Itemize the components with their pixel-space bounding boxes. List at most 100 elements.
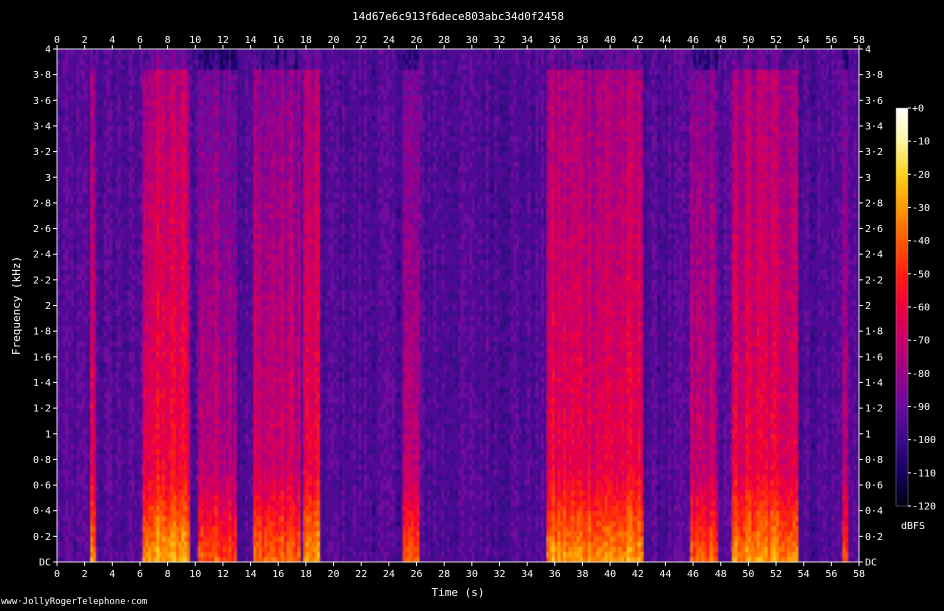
heatmap-cell (59, 372, 63, 378)
heatmap-cell (225, 315, 229, 322)
heatmap-cell (73, 269, 77, 276)
heatmap-cell (126, 243, 130, 250)
heatmap-cell (104, 238, 108, 245)
heatmap-cell (145, 161, 149, 168)
heatmap-cell (84, 464, 88, 470)
heatmap-cell (62, 510, 66, 517)
heatmap-cell (106, 526, 110, 532)
heatmap-cell (153, 418, 157, 424)
heatmap-cell (245, 346, 249, 352)
heatmap-cell (198, 269, 202, 276)
heatmap-cell (245, 402, 249, 409)
heatmap-cell (233, 346, 238, 352)
heatmap-cell (84, 115, 88, 122)
heatmap-cell (203, 320, 207, 327)
heatmap-cell (65, 433, 69, 440)
heatmap-cell (159, 151, 163, 158)
heatmap-cell (148, 413, 152, 419)
heatmap-cell (153, 551, 157, 558)
heatmap-cell (151, 469, 155, 476)
heatmap-cell (148, 100, 152, 106)
heatmap-cell (206, 331, 210, 337)
heatmap-cell (120, 500, 124, 506)
heatmap-cell (120, 526, 124, 532)
heatmap-cell (206, 95, 210, 101)
heatmap-cell (233, 141, 238, 147)
heatmap-cell (90, 326, 94, 332)
heatmap-cell (167, 546, 171, 553)
heatmap-cell (117, 444, 121, 450)
heatmap-cell (65, 397, 69, 404)
heatmap-cell (59, 120, 63, 127)
heatmap-cell (247, 295, 251, 301)
heatmap-cell (225, 428, 229, 435)
heatmap-cell (181, 367, 185, 373)
heatmap-cell (220, 541, 224, 547)
heatmap-cell (167, 172, 171, 178)
heatmap-cell (120, 551, 124, 558)
heatmap-cell (233, 397, 238, 404)
heatmap-cell (170, 100, 174, 106)
heatmap-cell (112, 536, 116, 542)
heatmap-cell (162, 413, 166, 419)
heatmap-cell (151, 356, 155, 363)
heatmap-cell (209, 372, 213, 378)
heatmap-cell (139, 490, 144, 496)
heatmap-cell (159, 320, 163, 327)
heatmap-cell (198, 454, 202, 460)
heatmap-cell (247, 146, 251, 152)
heatmap-cell (164, 408, 168, 414)
heatmap-cell (145, 356, 149, 363)
heatmap-cell (231, 84, 235, 91)
heatmap-cell (162, 269, 166, 276)
heatmap-cell (220, 269, 224, 276)
heatmap-cell (173, 284, 177, 291)
heatmap-cell (142, 300, 146, 306)
heatmap-cell (214, 166, 218, 173)
heatmap-cell (162, 100, 166, 106)
heatmap-cell (231, 105, 235, 111)
heatmap-cell (253, 284, 257, 291)
heatmap-cell (242, 515, 246, 522)
heatmap-cell (142, 202, 146, 209)
heatmap-cell (101, 100, 105, 106)
heatmap-cell (175, 115, 179, 122)
heatmap-cell (156, 208, 160, 214)
heatmap-cell (128, 479, 132, 486)
heatmap-cell (181, 279, 185, 286)
heatmap-cell (115, 100, 119, 106)
heatmap-cell (173, 541, 177, 547)
heatmap-cell (228, 505, 232, 511)
heatmap-cell (68, 166, 72, 173)
heatmap-cell (250, 172, 254, 178)
heatmap-cell (164, 438, 168, 445)
heatmap-cell (164, 120, 168, 127)
heatmap-cell (250, 361, 254, 368)
heatmap-cell (151, 54, 155, 60)
heatmap-cell (95, 541, 99, 547)
heatmap-cell (239, 131, 243, 137)
heatmap-cell (159, 433, 163, 440)
heatmap-cell (225, 408, 229, 414)
heatmap-cell (59, 141, 63, 147)
heatmap-cell (112, 361, 116, 368)
heatmap-cell (198, 387, 202, 394)
heatmap-cell (153, 479, 157, 486)
heatmap-cell (137, 408, 141, 414)
heatmap-cell (126, 64, 130, 70)
heatmap-cell (189, 341, 193, 347)
heatmap-cell (156, 438, 160, 445)
heatmap-cell (214, 259, 218, 265)
heatmap-cell (184, 120, 188, 127)
heatmap-cell (142, 546, 146, 553)
heatmap-cell (128, 290, 132, 296)
heatmap-cell (117, 259, 121, 265)
heatmap-cell (214, 505, 218, 511)
heatmap-cell (112, 449, 116, 455)
heatmap-cell (65, 536, 69, 542)
heatmap-cell (170, 515, 174, 522)
heatmap-cell (222, 105, 226, 111)
heatmap-cell (200, 79, 204, 86)
heatmap-cell (153, 146, 157, 152)
heatmap-cell (134, 531, 138, 537)
